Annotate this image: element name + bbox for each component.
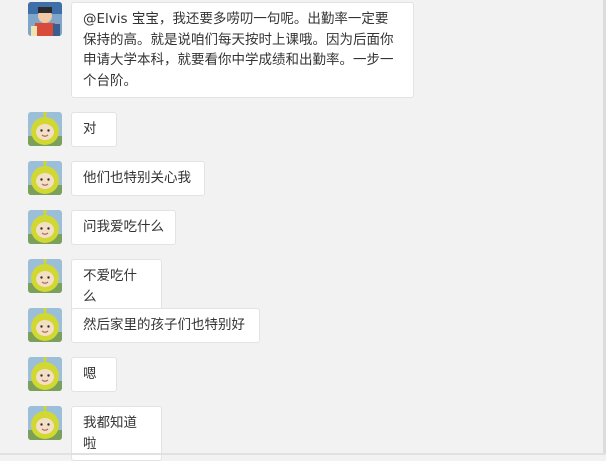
message-bubble[interactable]: @Elvis 宝宝，我还要多唠叨一句呢。出勤率一定要 保持的高。就是说咱们每天按… [71, 2, 414, 98]
teletubby-icon [28, 210, 62, 244]
sender-avatar[interactable] [28, 210, 62, 244]
message-bubble[interactable]: 对 [71, 112, 117, 147]
teletubby-icon [28, 308, 62, 342]
sender-avatar[interactable] [28, 2, 62, 36]
sender-avatar[interactable] [28, 161, 62, 195]
message-bubble[interactable]: 问我爱吃什么 [71, 210, 176, 245]
profile-photo-icon [28, 2, 62, 36]
message-bubble[interactable]: 不爱吃什么 [71, 259, 162, 314]
message-bubble[interactable]: 然后家里的孩子们也特别好 [71, 308, 260, 343]
teletubby-icon [28, 161, 62, 195]
sender-avatar[interactable] [28, 259, 62, 293]
sender-avatar[interactable] [28, 406, 62, 440]
sender-avatar[interactable] [28, 357, 62, 391]
teletubby-icon [28, 259, 62, 293]
chat-message-list[interactable]: @Elvis 宝宝，我还要多唠叨一句呢。出勤率一定要 保持的高。就是说咱们每天按… [0, 0, 606, 461]
teletubby-icon [28, 357, 62, 391]
sender-avatar[interactable] [28, 308, 62, 342]
message-bubble[interactable]: 嗯 [71, 357, 117, 392]
sender-avatar[interactable] [28, 112, 62, 146]
teletubby-icon [28, 406, 62, 440]
message-bubble[interactable]: 他们也特别关心我 [71, 161, 205, 196]
teletubby-icon [28, 112, 62, 146]
